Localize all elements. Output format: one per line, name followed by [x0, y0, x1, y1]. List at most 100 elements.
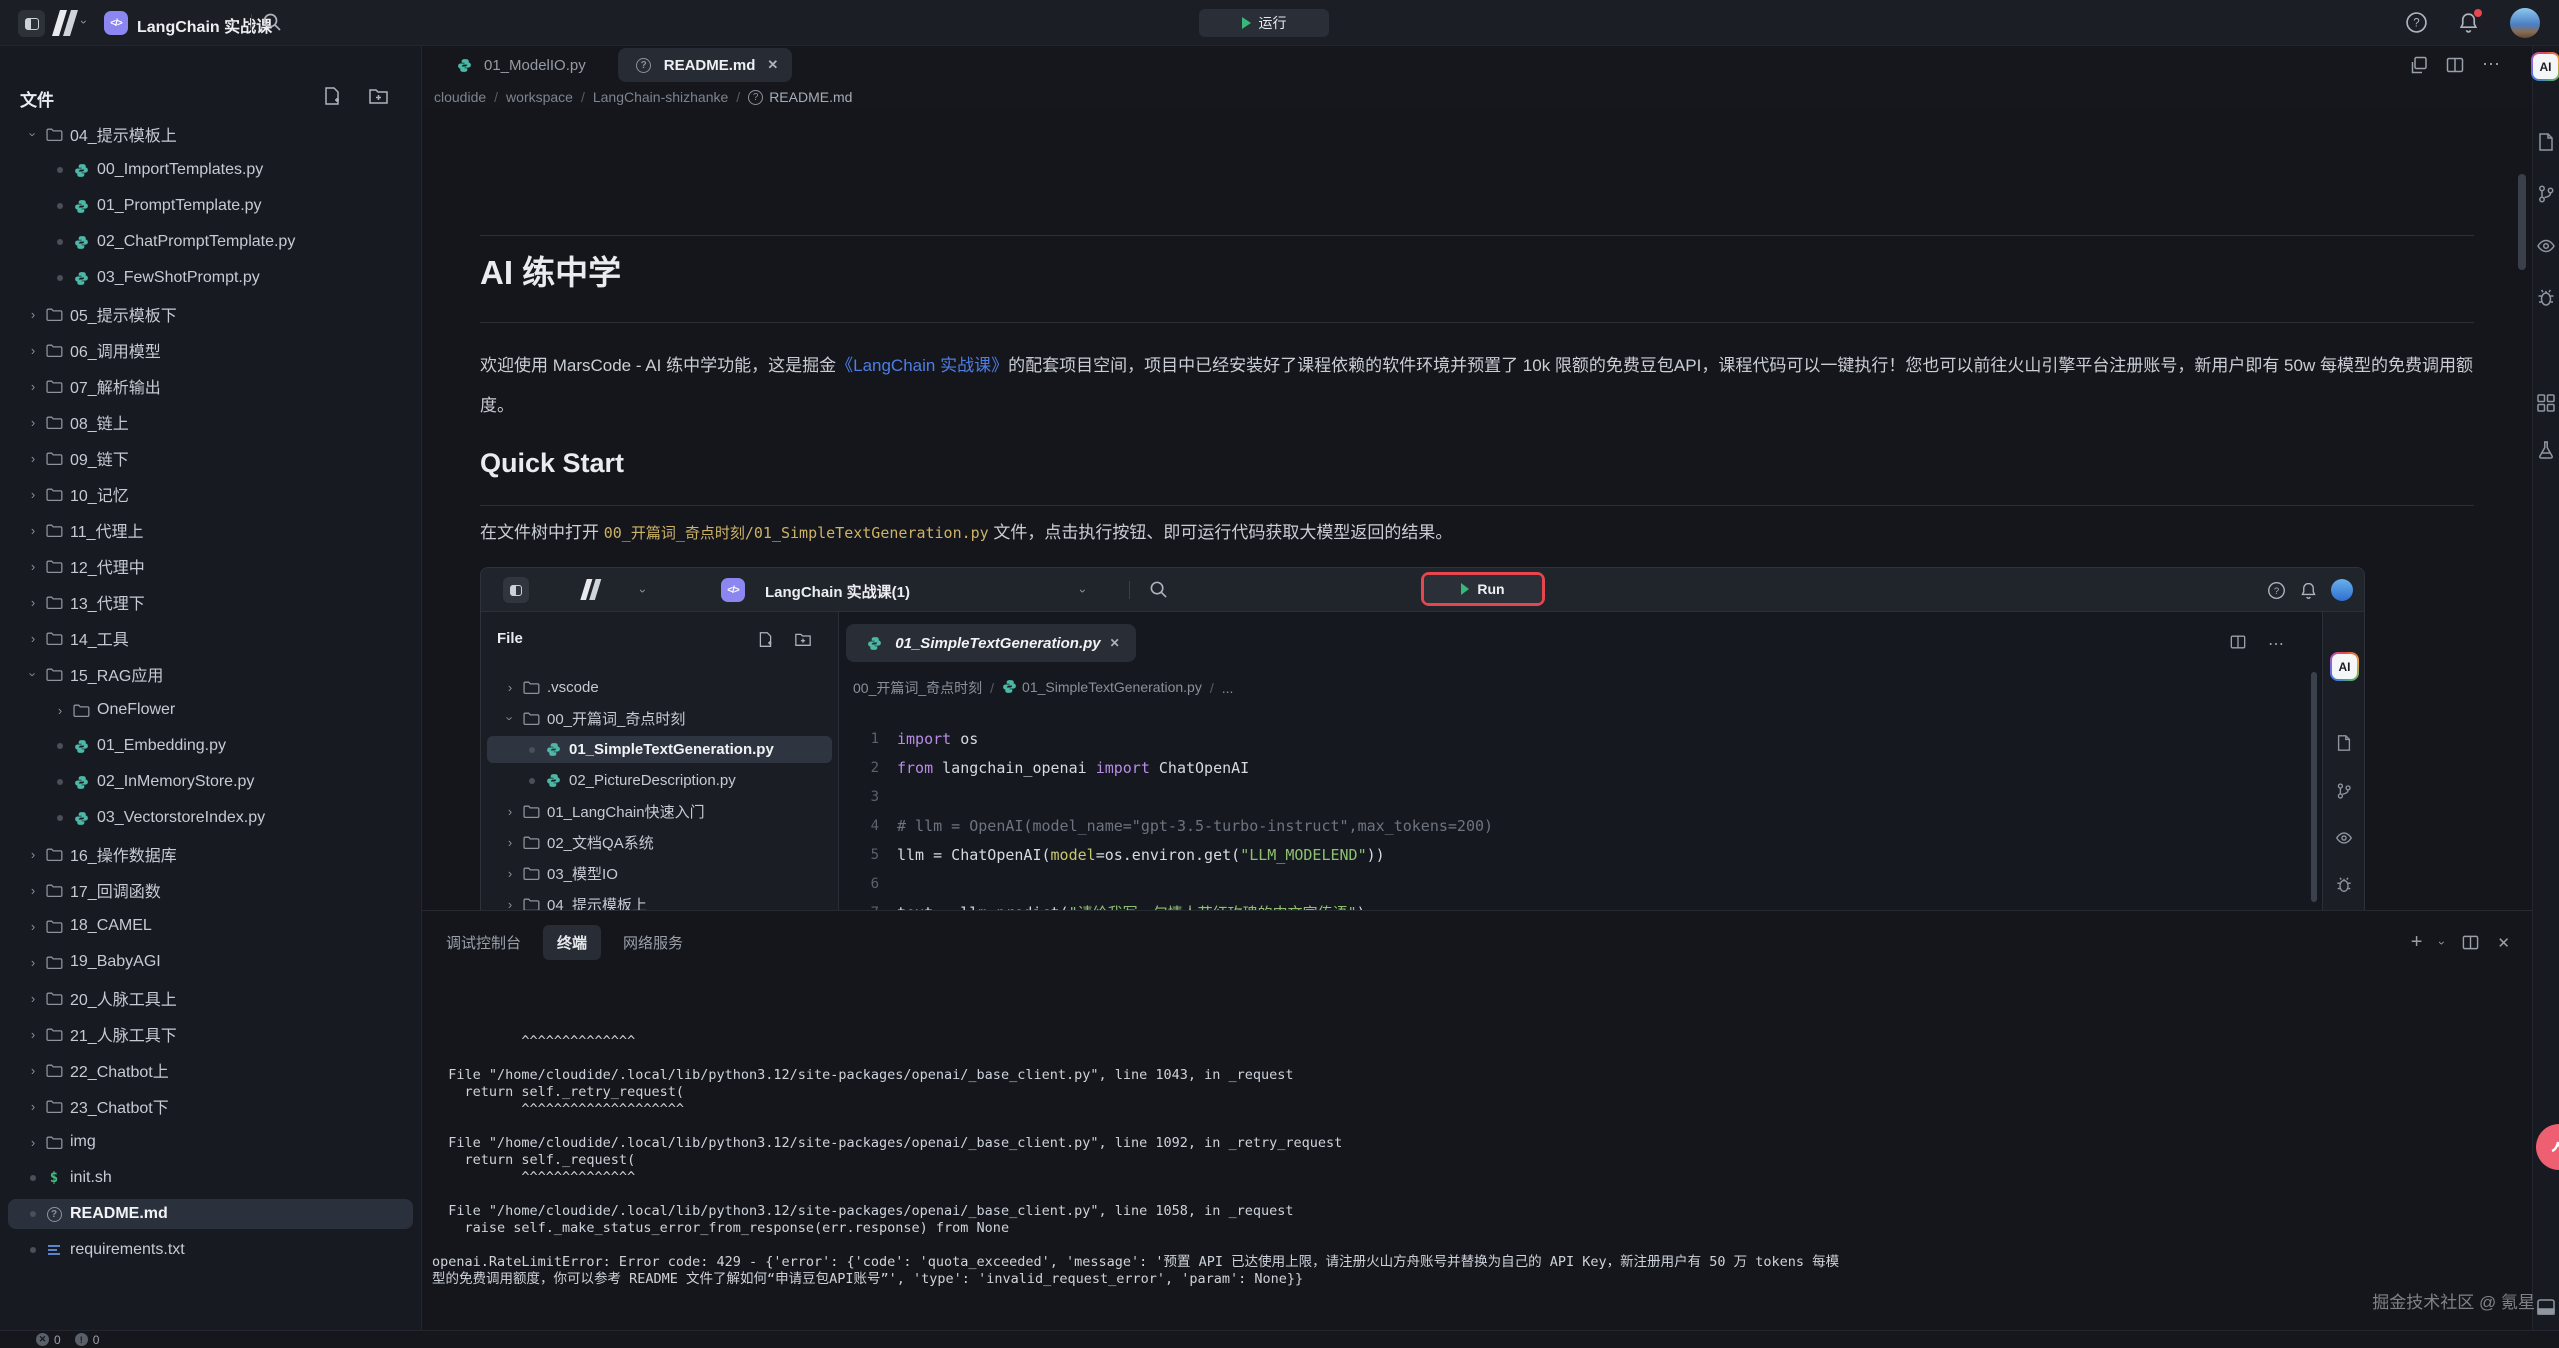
breadcrumb-item[interactable]: workspace: [506, 89, 573, 105]
tree-item[interactable]: ›17_回调函数: [8, 875, 413, 905]
chevron-right-icon[interactable]: ›: [24, 955, 42, 970]
warning-count[interactable]: ! 0: [75, 1333, 100, 1347]
ai-assistant-icon[interactable]: AI: [2531, 52, 2559, 81]
code-line[interactable]: 1import os: [839, 724, 2322, 753]
tree-item[interactable]: ›OneFlower: [8, 695, 413, 725]
close-icon[interactable]: ✕: [2497, 934, 2510, 952]
chevron-right-icon[interactable]: ›: [24, 523, 42, 538]
tree-item[interactable]: ›01_LangChain快速入门: [487, 798, 832, 825]
chevron-right-icon[interactable]: ›: [24, 487, 42, 502]
tree-item[interactable]: ›14_工具: [8, 623, 413, 653]
chevron-right-icon[interactable]: ›: [24, 847, 42, 862]
extensions-grid-icon[interactable]: [2536, 393, 2556, 413]
open-changes-icon[interactable]: [2410, 56, 2428, 74]
tree-item[interactable]: ?README.md: [8, 1199, 413, 1229]
split-editor-icon[interactable]: [2446, 56, 2464, 74]
chevron-right-icon[interactable]: ›: [24, 595, 42, 610]
code-line[interactable]: 2from langchain_openai import ChatOpenAI: [839, 753, 2322, 782]
tree-item[interactable]: ›15_RAG应用: [8, 659, 413, 689]
split-panel-icon[interactable]: [2462, 934, 2479, 951]
code-line[interactable]: 6: [839, 869, 2322, 898]
code-editor[interactable]: 1import os2from langchain_openai import …: [839, 708, 2322, 910]
marscode-logo-icon[interactable]: [48, 10, 80, 41]
tree-item[interactable]: 01_Embedding.py: [8, 731, 413, 761]
tree-item[interactable]: ›11_代理上: [8, 515, 413, 545]
tree-item[interactable]: 02_PictureDescription.py: [487, 767, 832, 794]
tree-item[interactable]: ›04_提示模板上: [487, 891, 832, 910]
chevron-right-icon[interactable]: ›: [24, 1099, 42, 1114]
chevron-right-icon[interactable]: ›: [51, 703, 69, 718]
chevron-right-icon[interactable]: ›: [24, 991, 42, 1006]
new-terminal-icon[interactable]: +: [2411, 931, 2423, 954]
notification-bell-icon[interactable]: [2457, 11, 2480, 34]
tree-item[interactable]: ›16_操作数据库: [8, 839, 413, 869]
chevron-right-icon[interactable]: ›: [24, 1135, 42, 1150]
course-link[interactable]: 《LangChain 实战课》: [836, 356, 1008, 375]
chevron-down-icon[interactable]: ›: [227, 20, 241, 24]
tree-item[interactable]: ›.vscode: [487, 674, 832, 701]
chevron-right-icon[interactable]: ›: [24, 559, 42, 574]
editor-tab[interactable]: ?README.md✕: [618, 48, 793, 82]
chevron-right-icon[interactable]: ›: [24, 1063, 42, 1078]
tree-item[interactable]: 03_VectorstoreIndex.py: [8, 803, 413, 833]
tree-item[interactable]: ›00_开篇词_奇点时刻: [487, 705, 832, 732]
tree-item[interactable]: ›12_代理中: [8, 551, 413, 581]
breadcrumb-item[interactable]: ?README.md: [748, 89, 852, 105]
chevron-down-icon[interactable]: ›: [77, 20, 91, 24]
code-line[interactable]: 4# llm = OpenAI(model_name="gpt-3.5-turb…: [839, 811, 2322, 840]
tree-item[interactable]: 01_SimpleTextGeneration.py: [487, 736, 832, 763]
error-count[interactable]: ✕ 0: [36, 1333, 61, 1347]
tree-item[interactable]: ›05_提示模板下: [8, 299, 413, 329]
tree-item[interactable]: ›03_模型IO: [487, 860, 832, 887]
run-button[interactable]: Run: [1424, 575, 1542, 603]
tree-item[interactable]: ›06_调用模型: [8, 335, 413, 365]
panel-tab[interactable]: 调试控制台: [432, 925, 535, 960]
new-file-icon[interactable]: [322, 86, 342, 106]
breadcrumb-item[interactable]: cloudide: [434, 89, 486, 105]
more-actions-icon[interactable]: ⋯: [2482, 54, 2502, 75]
chevron-right-icon[interactable]: ›: [501, 835, 519, 850]
tree-item[interactable]: ›07_解析输出: [8, 371, 413, 401]
bug-icon[interactable]: [2536, 288, 2556, 308]
code-line[interactable]: 7text = llm.predict("请给我写一句情人节红玫瑰的中文宣传语"…: [839, 898, 2322, 910]
tree-item[interactable]: ›img: [8, 1127, 413, 1157]
tree-item[interactable]: ›20_人脉工具上: [8, 983, 413, 1013]
new-folder-icon[interactable]: [368, 86, 389, 106]
tree-item[interactable]: 03_FewShotPrompt.py: [8, 263, 413, 293]
preview-eye-icon[interactable]: [2536, 236, 2556, 256]
chevron-right-icon[interactable]: ›: [24, 415, 42, 430]
code-line[interactable]: 3: [839, 782, 2322, 811]
tree-item[interactable]: ›09_链下: [8, 443, 413, 473]
chevron-right-icon[interactable]: ›: [24, 1027, 42, 1042]
chevron-right-icon[interactable]: ›: [501, 897, 519, 910]
tree-item[interactable]: 01_PromptTemplate.py: [8, 191, 413, 221]
panel-tab[interactable]: 网络服务: [609, 925, 697, 960]
chevron-down-icon[interactable]: ›: [26, 125, 41, 143]
chevron-right-icon[interactable]: ›: [501, 866, 519, 881]
tree-item[interactable]: 02_InMemoryStore.py: [8, 767, 413, 797]
help-icon[interactable]: ?: [2405, 11, 2428, 34]
chevron-right-icon[interactable]: ›: [24, 631, 42, 646]
panel-bottom-icon[interactable]: [2536, 1297, 2556, 1317]
flask-icon[interactable]: [2536, 440, 2556, 460]
sidebar-toggle-button[interactable]: [18, 10, 45, 37]
scrollbar[interactable]: [2311, 672, 2317, 902]
tree-item[interactable]: ›21_人脉工具下: [8, 1019, 413, 1049]
tree-item[interactable]: ›02_文档QA系统: [487, 829, 832, 856]
tree-item[interactable]: ›18_CAMEL: [8, 911, 413, 941]
avatar[interactable]: [2510, 8, 2540, 38]
tree-item[interactable]: ›10_记忆: [8, 479, 413, 509]
chevron-down-icon[interactable]: ›: [26, 665, 41, 683]
chevron-right-icon[interactable]: ›: [24, 343, 42, 358]
close-icon[interactable]: ✕: [767, 57, 778, 73]
tree-item[interactable]: ›19_BabyAGI: [8, 947, 413, 977]
tree-item[interactable]: ›23_Chatbot下: [8, 1091, 413, 1121]
run-button[interactable]: 运行: [1199, 9, 1329, 37]
chevron-right-icon[interactable]: ›: [501, 804, 519, 819]
editor-tab[interactable]: 01_ModelIO.py: [438, 48, 600, 82]
tree-item[interactable]: ›13_代理下: [8, 587, 413, 617]
scrollbar[interactable]: [2518, 174, 2526, 270]
chevron-right-icon[interactable]: ›: [24, 919, 42, 934]
tree-item[interactable]: ›08_链上: [8, 407, 413, 437]
chevron-right-icon[interactable]: ›: [24, 379, 42, 394]
